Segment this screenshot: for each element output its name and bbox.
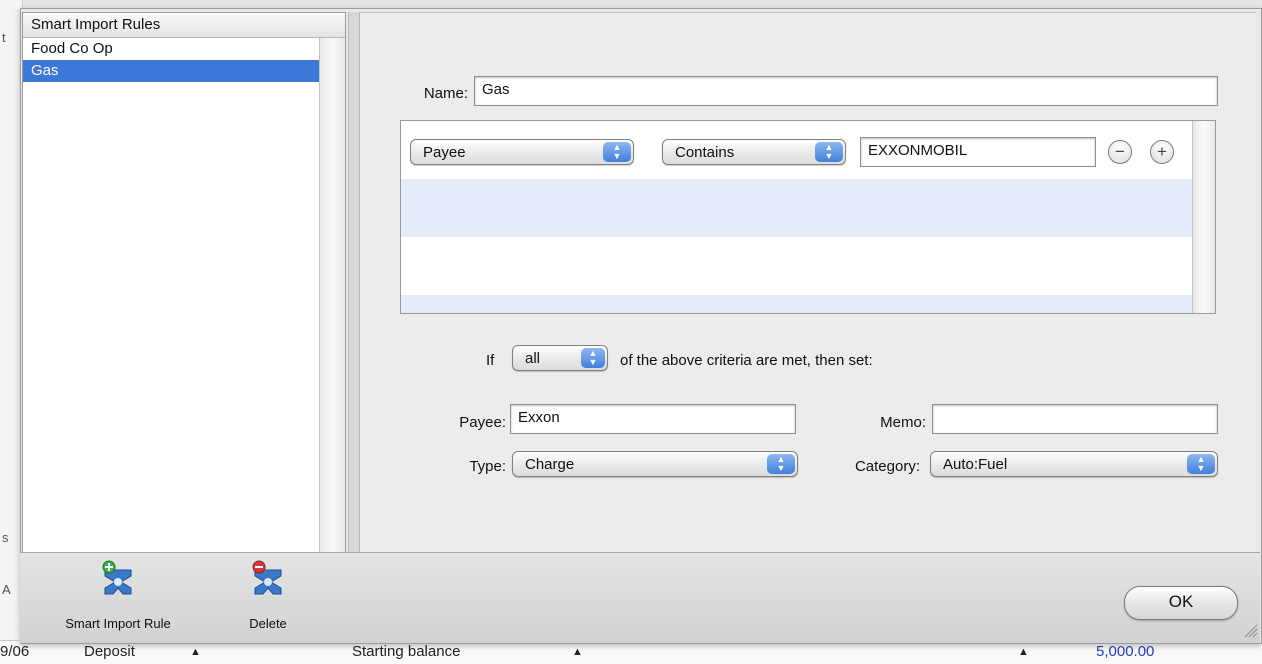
add-rule-label: Smart Import Rule: [65, 616, 171, 631]
resize-grip-icon[interactable]: [1240, 620, 1258, 638]
register-description: Starting balance: [352, 643, 461, 660]
name-label: Name:: [423, 85, 468, 102]
background-letter: s: [2, 530, 9, 545]
criteria-row-empty: [401, 179, 1192, 237]
type-value: Charge: [525, 456, 575, 473]
criteria-field-value: Payee: [423, 144, 466, 161]
criteria-value-field[interactable]: EXXONMOBIL: [860, 137, 1096, 167]
ok-button[interactable]: OK: [1124, 586, 1238, 620]
match-mode-value: all: [525, 350, 541, 367]
rules-list-header: Smart Import Rules: [23, 13, 345, 38]
match-prefix-label: If: [486, 352, 495, 369]
criteria-operator-value: Contains: [675, 144, 735, 161]
register-date: 9/06: [0, 643, 30, 660]
register-type-arrow-icon: ▲: [190, 646, 201, 658]
register-amount-arrow-icon: ▲: [1018, 646, 1029, 658]
rule-item-label: Gas: [31, 62, 59, 79]
payee-field[interactable]: Exxon: [510, 404, 796, 434]
delete-rule-icon: [252, 560, 282, 595]
plus-icon: +: [1157, 142, 1167, 161]
add-criteria-button[interactable]: +: [1150, 140, 1174, 164]
background-letter: A: [2, 582, 11, 597]
smart-import-rule-icon: [102, 560, 132, 595]
payee-label: Payee:: [459, 414, 506, 431]
criteria-row-empty: [401, 295, 1192, 313]
popup-arrows-icon: ▲ ▼: [581, 348, 605, 368]
sheet-bottom-bar: [20, 552, 1260, 643]
category-label: Category:: [854, 458, 920, 475]
match-mode-popup[interactable]: all ▲ ▼: [512, 345, 608, 371]
popup-arrows-icon: ▲ ▼: [815, 142, 843, 162]
rules-list-header-label: Smart Import Rules: [31, 16, 161, 33]
add-smart-import-rule-button[interactable]: Smart Import Rule: [46, 560, 190, 640]
match-suffix-label: of the above criteria are met, then set:: [620, 352, 873, 369]
popup-arrows-icon: ▲ ▼: [1187, 454, 1215, 474]
rule-name-field[interactable]: Gas: [474, 76, 1218, 106]
category-popup[interactable]: Auto:Fuel ▲ ▼: [930, 451, 1218, 477]
rule-item-food-co-op[interactable]: Food Co Op: [23, 38, 319, 60]
memo-field[interactable]: [932, 404, 1218, 434]
type-popup[interactable]: Charge ▲ ▼: [512, 451, 798, 477]
criteria-scrollbar[interactable]: [1192, 121, 1215, 313]
minus-icon: −: [1115, 142, 1125, 161]
criteria-operator-popup[interactable]: Contains ▲ ▼: [662, 139, 846, 165]
delete-label: Delete: [249, 616, 287, 631]
rule-item-label: Food Co Op: [31, 40, 113, 57]
background-letter: t: [2, 30, 6, 45]
rules-list-panel: Smart Import Rules Food Co Op Gas: [22, 12, 346, 554]
register-type: Deposit: [84, 643, 135, 660]
rule-item-gas[interactable]: Gas: [23, 60, 319, 82]
register-desc-arrow-icon: ▲: [572, 646, 583, 658]
remove-criteria-button[interactable]: −: [1108, 140, 1132, 164]
delete-rule-button[interactable]: Delete: [228, 560, 308, 640]
register-amount: 5,000.00: [1096, 643, 1155, 660]
criteria-field-popup[interactable]: Payee ▲ ▼: [410, 139, 634, 165]
popup-arrows-icon: ▲ ▼: [603, 142, 631, 162]
split-view-divider[interactable]: [348, 12, 360, 552]
popup-arrows-icon: ▲ ▼: [767, 454, 795, 474]
type-label: Type:: [469, 458, 506, 475]
rules-list-scrollbar[interactable]: [319, 38, 345, 552]
memo-label: Memo:: [880, 414, 926, 431]
category-value: Auto:Fuel: [943, 456, 1008, 473]
